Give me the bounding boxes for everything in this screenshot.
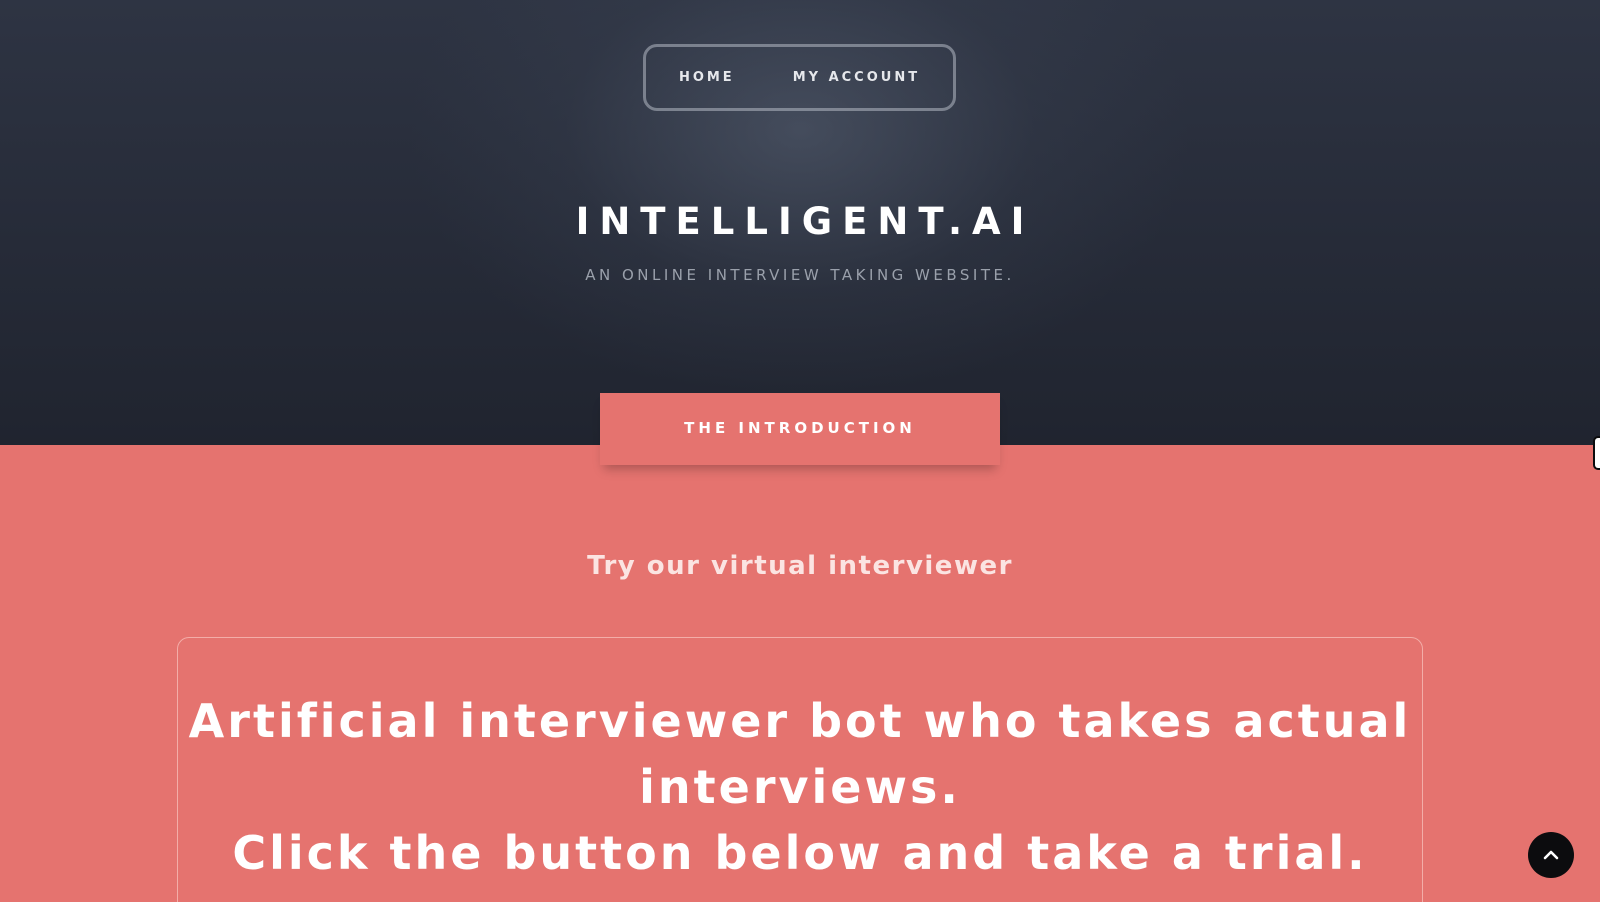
nav-home-link[interactable]: HOME (679, 70, 735, 85)
scroll-to-top-button[interactable] (1528, 832, 1574, 878)
intro-card-text: Artificial interviewer bot who takes act… (178, 688, 1422, 886)
intro-section: Try our virtual interviewer Artificial i… (0, 445, 1600, 902)
intro-card-line: interviews. (639, 760, 961, 814)
chevron-up-icon (1543, 850, 1559, 860)
side-panel-handle[interactable] (1593, 436, 1600, 470)
nav-my-account-link[interactable]: MY ACCOUNT (793, 70, 920, 85)
intro-card: Artificial interviewer bot who takes act… (177, 637, 1423, 902)
site-title: INTELLIGENT.AI (575, 200, 1035, 243)
main-nav: HOME MY ACCOUNT (643, 44, 956, 111)
hero-header: HOME MY ACCOUNT INTELLIGENT.AI AN ONLINE… (0, 0, 1600, 445)
intro-tagline: Try our virtual interviewer (587, 551, 1013, 581)
intro-card-line: Click the button below and take a trial. (232, 826, 1368, 880)
intro-section-tab: THE INTRODUCTION (600, 393, 1000, 465)
page: HOME MY ACCOUNT INTELLIGENT.AI AN ONLINE… (0, 0, 1600, 902)
intro-card-line: Artificial interviewer bot who takes act… (188, 694, 1412, 748)
site-subtitle: AN ONLINE INTERVIEW TAKING WEBSITE. (585, 266, 1015, 284)
